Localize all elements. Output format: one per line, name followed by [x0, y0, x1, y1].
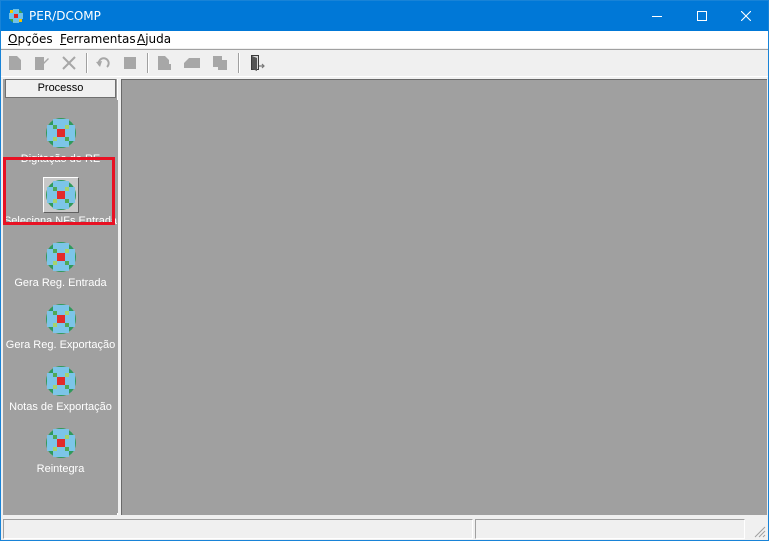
window-title: PER/DCOMP [29, 9, 101, 23]
globe-icon [46, 366, 76, 396]
process-item-label: Notas de Exportação [9, 401, 112, 413]
process-item-gera-reg-exportacao[interactable]: Gera Reg. Exportação [3, 294, 118, 354]
process-item-label: Digitação de RE [20, 153, 101, 165]
copy-icon [213, 56, 227, 70]
exit-door-icon [251, 55, 265, 71]
app-window: PER/DCOMP Opções Ferramentas Ajuda Proce… [0, 0, 769, 541]
status-bar [1, 516, 768, 540]
toolbar-separator [238, 53, 240, 73]
process-list: Digitação de RE Seleciona NFs Entrada Ge… [3, 100, 118, 513]
exit-button[interactable] [248, 54, 266, 72]
process-item-label: Reintegra [36, 463, 85, 475]
globe-icon [46, 180, 76, 210]
close-icon [740, 11, 751, 21]
close-button[interactable] [723, 1, 768, 31]
menu-ajuda[interactable]: Ajuda [137, 32, 171, 46]
print-icon [184, 58, 200, 68]
process-panel: Processo Digitação de RE Seleciona NFs E… [3, 79, 118, 515]
edit-icon [35, 57, 49, 70]
globe-icon [46, 242, 76, 272]
globe-icon [46, 428, 76, 458]
minimize-icon [651, 16, 662, 17]
delete-button[interactable] [60, 54, 78, 72]
new-icon [9, 56, 21, 70]
selected-icon-frame [43, 177, 79, 213]
print-button[interactable] [183, 54, 201, 72]
copy-button[interactable] [211, 54, 229, 72]
process-item-label: Seleciona NFs Entrada [3, 215, 118, 227]
process-item-label: Gera Reg. Entrada [14, 277, 107, 289]
delete-icon [62, 56, 76, 70]
app-logo-icon [9, 9, 23, 23]
globe-icon [46, 304, 76, 334]
maximize-button[interactable] [679, 1, 724, 31]
process-item-notas-de-exportacao[interactable]: Notas de Exportação [3, 356, 118, 416]
menu-opcoes[interactable]: Opções [8, 32, 53, 46]
process-item-seleciona-nfs-entrada[interactable]: Seleciona NFs Entrada [3, 170, 118, 230]
mdi-client-area [121, 79, 767, 515]
menu-bar: Opções Ferramentas Ajuda [1, 31, 768, 48]
stop-button[interactable] [121, 54, 139, 72]
resize-grip-icon[interactable] [752, 524, 766, 538]
document-button[interactable] [155, 54, 173, 72]
globe-icon [46, 118, 76, 148]
minimize-button[interactable] [634, 1, 679, 31]
undo-icon [96, 57, 110, 68]
process-item-gera-reg-entrada[interactable]: Gera Reg. Entrada [3, 232, 118, 292]
status-panel-1 [3, 519, 473, 539]
menu-ferramentas[interactable]: Ferramentas [60, 32, 136, 46]
undo-button[interactable] [94, 54, 112, 72]
toolbar-separator [86, 53, 88, 73]
edit-button[interactable] [33, 54, 51, 72]
status-panel-2 [475, 519, 745, 539]
document-icon [158, 56, 171, 70]
process-item-digitacao-re[interactable]: Digitação de RE [3, 108, 118, 168]
toolbar [1, 49, 768, 77]
process-item-reintegra[interactable]: Reintegra [3, 418, 118, 478]
save-icon [124, 57, 136, 69]
toolbar-separator [147, 53, 149, 73]
process-item-label: Gera Reg. Exportação [5, 339, 116, 351]
new-button[interactable] [6, 54, 24, 72]
panel-header-processo[interactable]: Processo [5, 79, 116, 98]
title-bar[interactable]: PER/DCOMP [1, 1, 768, 31]
maximize-icon [696, 11, 707, 21]
